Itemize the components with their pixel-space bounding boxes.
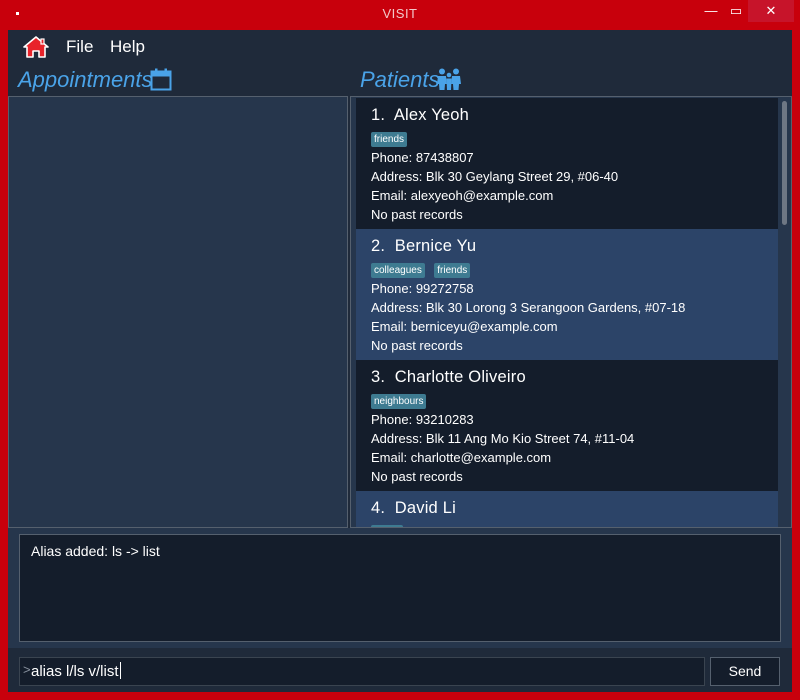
patient-phone: Phone: 99272758: [371, 281, 474, 296]
patient-tags: friends: [371, 129, 778, 147]
patient-name: 2. Bernice Yu: [371, 237, 778, 256]
people-icon: [437, 68, 461, 90]
window-title: VISIT: [382, 6, 418, 21]
command-prompt: >: [23, 662, 31, 677]
patient-email: Email: berniceyu@example.com: [371, 319, 558, 334]
patient-address: Address: Blk 11 Ang Mo Kio Street 74, #1…: [371, 431, 635, 446]
tag-label: colleagues: [371, 263, 425, 278]
patient-index: 4.: [371, 499, 386, 517]
command-input[interactable]: > alias l/ls v/list: [19, 657, 705, 686]
patient-card[interactable]: 3. Charlotte Oliveiro neighbours Phone: …: [356, 360, 778, 491]
patient-tags: neighbours: [371, 391, 778, 409]
menu-help[interactable]: Help: [110, 37, 145, 57]
patient-card[interactable]: 4. David Li family: [356, 491, 778, 527]
calendar-icon: [150, 68, 172, 91]
result-display: Alias added: ls -> list: [19, 534, 781, 642]
patient-records: No past records: [371, 469, 463, 484]
patient-card[interactable]: 2. Bernice Yu colleagues friends Phone: …: [356, 229, 778, 360]
text-caret: [119, 662, 121, 679]
patient-card[interactable]: 1. Alex Yeoh friends Phone: 87438807 Add…: [356, 98, 778, 229]
close-icon: ✕: [765, 3, 777, 18]
patient-email: Email: alexyeoh@example.com: [371, 188, 554, 203]
appointments-title: Appointments: [18, 67, 153, 92]
patient-address: Address: Blk 30 Lorong 3 Serangoon Garde…: [371, 300, 686, 315]
patient-name: 4. David Li: [371, 499, 778, 518]
send-button[interactable]: Send: [710, 657, 780, 686]
tag-label: friends: [371, 132, 408, 147]
tag-label: friends: [434, 263, 471, 278]
menu-bar: File Help: [8, 30, 792, 64]
patient-name-text: Bernice Yu: [394, 237, 477, 255]
home-icon[interactable]: [23, 36, 49, 58]
patient-name-text: Charlotte Oliveiro: [394, 368, 526, 386]
scrollbar-thumb[interactable]: [782, 101, 787, 225]
patient-index: 3.: [371, 368, 386, 386]
minimize-button[interactable]: —: [697, 0, 725, 22]
patient-name: 1. Alex Yeoh: [371, 106, 778, 125]
patient-name: 3. Charlotte Oliveiro: [371, 368, 778, 387]
appointments-panel[interactable]: [8, 96, 348, 528]
tag-label: neighbours: [371, 394, 427, 409]
patient-name-text: Alex Yeoh: [393, 106, 470, 124]
patients-title: Patients: [360, 67, 440, 92]
patient-list-scrollbar[interactable]: [779, 98, 791, 527]
command-area: > alias l/ls v/list Send: [8, 648, 792, 692]
patient-records: No past records: [371, 207, 463, 222]
window-titlebar: VISIT — ▭ ✕: [0, 0, 800, 28]
app-client-area: File Help Appointments Patients 1. Alex …: [8, 30, 792, 692]
patient-phone: Phone: 93210283: [371, 412, 474, 427]
patient-address: Address: Blk 30 Geylang Street 29, #06-4…: [371, 169, 619, 184]
patient-email: Email: charlotte@example.com: [371, 450, 552, 465]
patient-name-text: David Li: [394, 499, 456, 517]
menu-file[interactable]: File: [66, 37, 93, 57]
patient-tags: colleagues friends: [371, 260, 778, 278]
maximize-button[interactable]: ▭: [725, 0, 747, 22]
patient-records: No past records: [371, 338, 463, 353]
command-text: alias l/ls v/list: [31, 663, 119, 680]
patient-index: 1.: [371, 106, 386, 124]
patient-list[interactable]: 1. Alex Yeoh friends Phone: 87438807 Add…: [356, 98, 778, 527]
patient-phone: Phone: 87438807: [371, 150, 474, 165]
patients-panel: 1. Alex Yeoh friends Phone: 87438807 Add…: [350, 96, 792, 528]
close-button[interactable]: ✕: [748, 0, 794, 22]
result-display-area: Alias added: ls -> list: [8, 528, 792, 648]
patient-index: 2.: [371, 237, 386, 255]
